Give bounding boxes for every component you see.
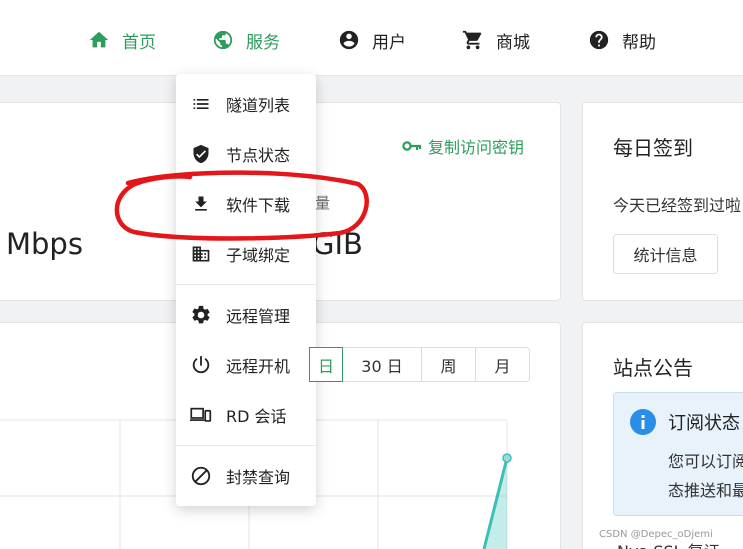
nav-help[interactable]: 帮助 — [588, 27, 656, 53]
nav-shop-label: 商城 — [496, 32, 530, 53]
nav-service-label: 服务 — [246, 32, 280, 53]
time-range-selector: 日 30 日 周 月 — [309, 347, 530, 382]
nav-user-label: 用户 — [372, 32, 406, 53]
key-icon — [402, 139, 422, 153]
notice-text: 态推送和最 — [668, 481, 743, 500]
menu-item-software-download[interactable]: 软件下载 — [176, 186, 316, 222]
chart-point — [502, 453, 512, 463]
top-nav-bar: 首页 服务 用户 商城 帮助 — [0, 0, 743, 76]
power-icon — [190, 354, 212, 376]
info-icon — [630, 409, 656, 435]
range-30-days-button[interactable]: 30 日 — [342, 347, 422, 382]
menu-item-node-status[interactable]: 节点状态 — [176, 136, 316, 172]
menu-item-remote-management[interactable]: 远程管理 — [176, 297, 316, 333]
menu-item-label: 远程管理 — [226, 307, 291, 326]
notice-text: 您可以订阅 — [668, 452, 743, 471]
list-icon — [190, 93, 212, 115]
menu-divider — [176, 284, 316, 285]
help-icon — [588, 29, 610, 51]
range-day-button[interactable]: 日 — [309, 347, 343, 382]
watermark: CSDN @Depec_oDjemi — [599, 529, 713, 540]
home-icon — [88, 29, 110, 51]
menu-item-label: RD 会话 — [226, 407, 287, 426]
cart-icon — [462, 29, 484, 51]
traffic-unit: GIB — [312, 227, 363, 261]
shield-icon — [190, 143, 212, 165]
checkin-title: 每日签到 — [613, 136, 693, 160]
stats-button[interactable]: 统计信息 — [613, 234, 718, 274]
menu-item-label: 隧道列表 — [226, 96, 291, 115]
menu-divider — [176, 445, 316, 446]
service-dropdown-menu: 隧道列表 节点状态 软件下载 子域绑定 远程管理 远程开机 RD 会话 封禁查询 — [176, 74, 316, 506]
menu-item-rd-session[interactable]: RD 会话 — [176, 397, 316, 433]
copy-access-key-link[interactable]: 复制访问密钥 — [402, 134, 524, 158]
menu-item-tunnel-list[interactable]: 隧道列表 — [176, 86, 316, 122]
notice-subtitle: 订阅状态 — [668, 413, 740, 434]
menu-item-label: 节点状态 — [226, 146, 291, 165]
menu-item-subdomain-binding[interactable]: 子域绑定 — [176, 236, 316, 272]
nav-home-label: 首页 — [122, 32, 156, 53]
nav-shop[interactable]: 商城 — [462, 27, 530, 53]
block-icon — [190, 465, 212, 487]
globe-icon — [212, 29, 234, 51]
download-icon — [190, 193, 212, 215]
copy-access-key-label: 复制访问密钥 — [428, 138, 525, 157]
traffic-label: 量 — [315, 194, 331, 212]
nav-user[interactable]: 用户 — [338, 27, 406, 53]
domain-icon — [190, 243, 212, 265]
rdp-icon — [190, 404, 212, 426]
menu-item-label: 封禁查询 — [226, 468, 291, 487]
speed-unit: Mbps — [6, 227, 83, 261]
checkin-status-text: 今天已经签到过啦 — [613, 196, 742, 215]
menu-item-remote-power-on[interactable]: 远程开机 — [176, 347, 316, 383]
nav-help-label: 帮助 — [622, 32, 656, 53]
menu-item-label: 子域绑定 — [226, 246, 291, 265]
nav-service[interactable]: 服务 — [212, 27, 280, 53]
menu-item-label: 远程开机 — [226, 357, 291, 376]
menu-item-label: 软件下载 — [226, 196, 291, 215]
announcement-title: 站点公告 — [613, 356, 693, 380]
gear-icon — [190, 304, 212, 326]
account-circle-icon — [338, 29, 360, 51]
nav-home[interactable]: 首页 — [88, 27, 156, 53]
range-week-button[interactable]: 周 — [421, 347, 476, 382]
menu-item-ban-query[interactable]: 封禁查询 — [176, 458, 316, 494]
range-month-button[interactable]: 月 — [475, 347, 530, 382]
